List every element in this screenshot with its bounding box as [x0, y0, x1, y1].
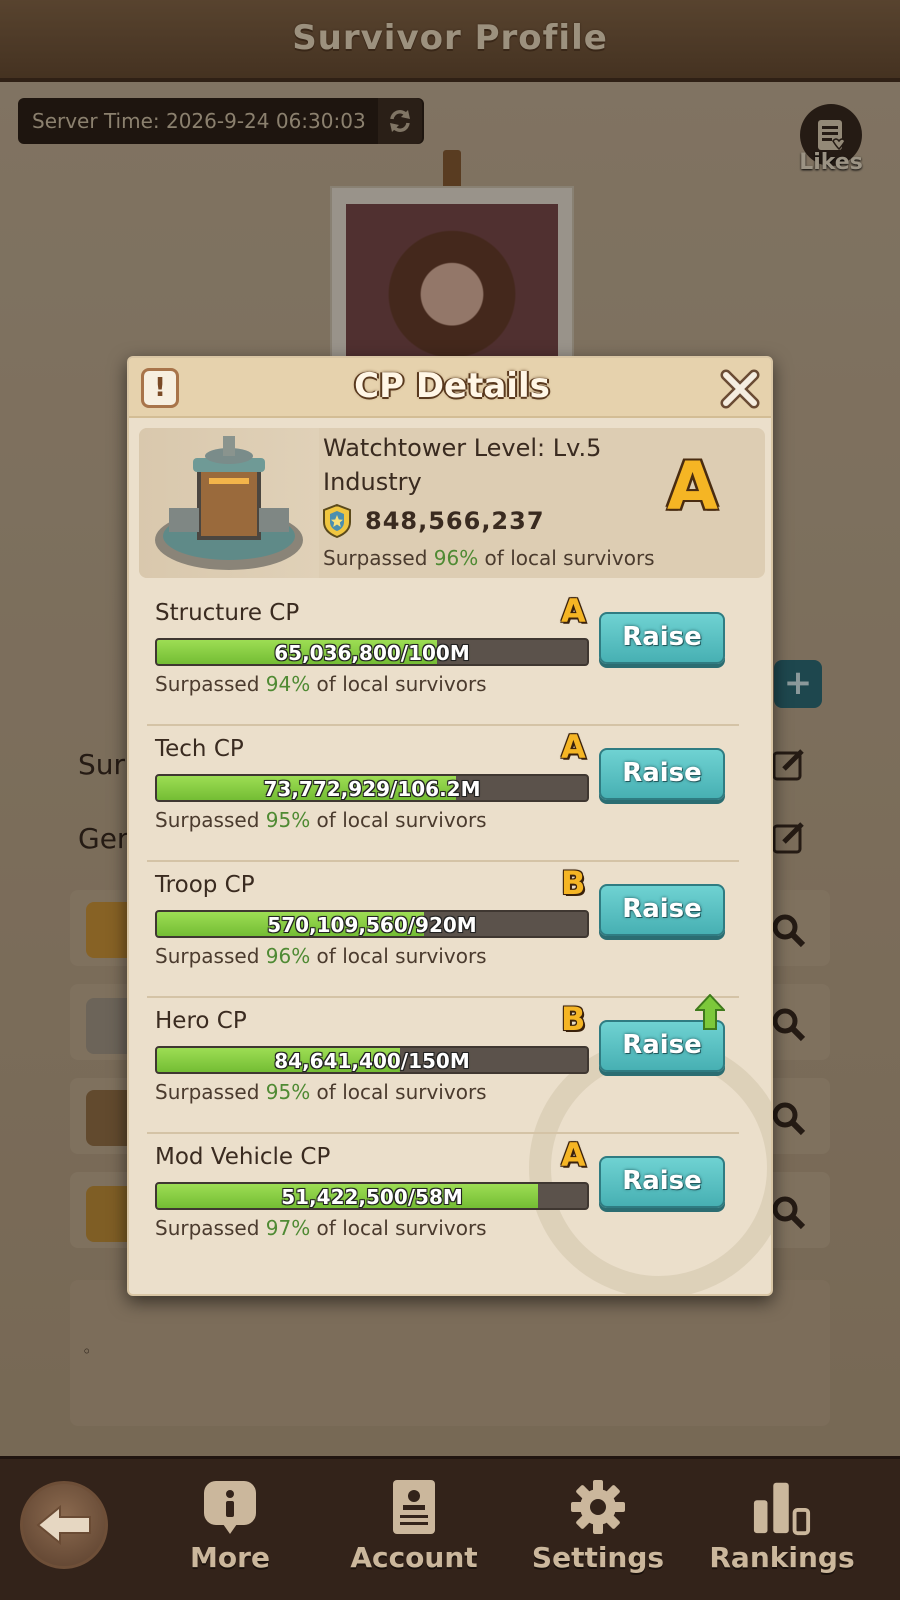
raise-tech-button[interactable]: Raise — [599, 748, 725, 800]
overall-grade: A — [667, 448, 719, 525]
watchtower-type: Industry — [323, 468, 422, 496]
cp-row-tech: Tech CP A 73,772,929/106.2M Surpassed 95… — [147, 726, 747, 862]
surpassed-percent: 97% — [265, 1216, 311, 1240]
surpassed-percent: 96% — [433, 546, 479, 570]
surpassed-suffix: of local survivors — [310, 1216, 487, 1240]
cp-progress-text: 73,772,929/106.2M — [263, 777, 481, 801]
info-bubble-icon — [200, 1477, 260, 1537]
nav-account-label: Account — [350, 1541, 478, 1574]
cp-progress-text: 570,109,560/920M — [267, 913, 477, 937]
surpassed-suffix: of local survivors — [310, 1080, 487, 1104]
cp-progress-text: 65,036,800/100M — [274, 641, 470, 665]
cp-surpassed-text: Surpassed 94% of local survivors — [155, 672, 487, 696]
cp-grade: A — [561, 728, 586, 766]
surpassed-prefix: Surpassed — [155, 1080, 266, 1104]
cp-surpassed-text: Surpassed 95% of local survivors — [155, 1080, 487, 1104]
cp-progress-text: 84,641,400/150M — [274, 1049, 470, 1073]
upgrade-arrow-icon — [695, 994, 725, 1030]
summary-surpassed-text: Surpassed 96% of local survivors — [323, 546, 655, 570]
nav-rankings[interactable]: Rankings — [702, 1477, 862, 1597]
watchtower-level: Watchtower Level: Lv.5 — [323, 434, 602, 462]
cp-name: Tech CP — [155, 736, 244, 762]
cp-name: Hero CP — [155, 1008, 247, 1034]
cp-name: Troop CP — [155, 872, 255, 898]
surpassed-percent: 95% — [265, 808, 311, 832]
cp-name: Mod Vehicle CP — [155, 1144, 331, 1170]
cp-progress-bar: 570,109,560/920M — [155, 910, 589, 938]
surpassed-percent: 94% — [265, 672, 311, 696]
raise-mod-vehicle-button[interactable]: Raise — [599, 1156, 725, 1208]
nav-rankings-label: Rankings — [709, 1541, 855, 1574]
surpassed-suffix: of local survivors — [478, 546, 655, 570]
cp-shield-icon — [323, 504, 351, 538]
surpassed-suffix: of local survivors — [310, 808, 487, 832]
raise-structure-button[interactable]: Raise — [599, 612, 725, 664]
cp-row-mod-vehicle: Mod Vehicle CP A 51,422,500/58M Surpasse… — [147, 1134, 747, 1270]
nav-more-label: More — [190, 1541, 270, 1574]
surpassed-prefix: Surpassed — [155, 944, 266, 968]
watchtower-summary: Watchtower Level: Lv.5 Industry 848,566,… — [139, 428, 765, 578]
total-cp-value: 848,566,237 — [365, 507, 545, 535]
cp-row-structure: Structure CP A 65,036,800/100M Surpassed… — [147, 590, 747, 726]
cp-name: Structure CP — [155, 600, 300, 626]
cp-progress-bar: 51,422,500/58M — [155, 1182, 589, 1210]
cp-progress-bar: 73,772,929/106.2M — [155, 774, 589, 802]
cp-progress-bar: 65,036,800/100M — [155, 638, 589, 666]
back-arrow-icon — [36, 1505, 91, 1545]
back-button[interactable] — [20, 1481, 108, 1569]
nav-account[interactable]: Account — [334, 1477, 494, 1597]
surpassed-suffix: of local survivors — [310, 944, 487, 968]
cp-grade: B — [561, 864, 586, 902]
cp-progress-bar: 84,641,400/150M — [155, 1046, 589, 1074]
raise-troop-button[interactable]: Raise — [599, 884, 725, 936]
nav-settings-label: Settings — [531, 1541, 665, 1574]
bottom-nav: More Account Settings Rankings — [0, 1456, 900, 1600]
cp-grade: A — [561, 1136, 586, 1174]
gear-icon — [568, 1477, 628, 1537]
cp-surpassed-text: Surpassed 97% of local survivors — [155, 1216, 487, 1240]
watchtower-image — [139, 428, 319, 578]
dialog-title: CP Details — [354, 366, 550, 406]
close-icon — [720, 369, 760, 409]
surpassed-prefix: Surpassed — [323, 546, 434, 570]
surpassed-percent: 95% — [265, 1080, 311, 1104]
surpassed-prefix: Surpassed — [155, 1216, 266, 1240]
cp-grade: B — [561, 1000, 586, 1038]
cp-row-troop: Troop CP B 570,109,560/920M Surpassed 96… — [147, 862, 747, 998]
surpassed-percent: 96% — [265, 944, 311, 968]
close-button[interactable] — [719, 368, 761, 410]
surpassed-prefix: Surpassed — [155, 808, 266, 832]
bar-chart-icon — [752, 1477, 812, 1537]
nav-settings[interactable]: Settings — [518, 1477, 678, 1597]
surpassed-suffix: of local survivors — [310, 672, 487, 696]
cp-details-dialog: ! CP Details Watchtower Level: Lv.5 Indu… — [127, 356, 773, 1296]
account-card-icon — [384, 1477, 444, 1537]
cp-progress-text: 51,422,500/58M — [281, 1185, 463, 1209]
nav-more[interactable]: More — [150, 1477, 310, 1597]
cp-surpassed-text: Surpassed 95% of local survivors — [155, 808, 487, 832]
dialog-header: ! CP Details — [129, 358, 771, 418]
cp-surpassed-text: Surpassed 96% of local survivors — [155, 944, 487, 968]
surpassed-prefix: Surpassed — [155, 672, 266, 696]
cp-row-hero: Hero CP B 84,641,400/150M Surpassed 95% … — [147, 994, 747, 1134]
cp-grade: A — [561, 592, 586, 630]
